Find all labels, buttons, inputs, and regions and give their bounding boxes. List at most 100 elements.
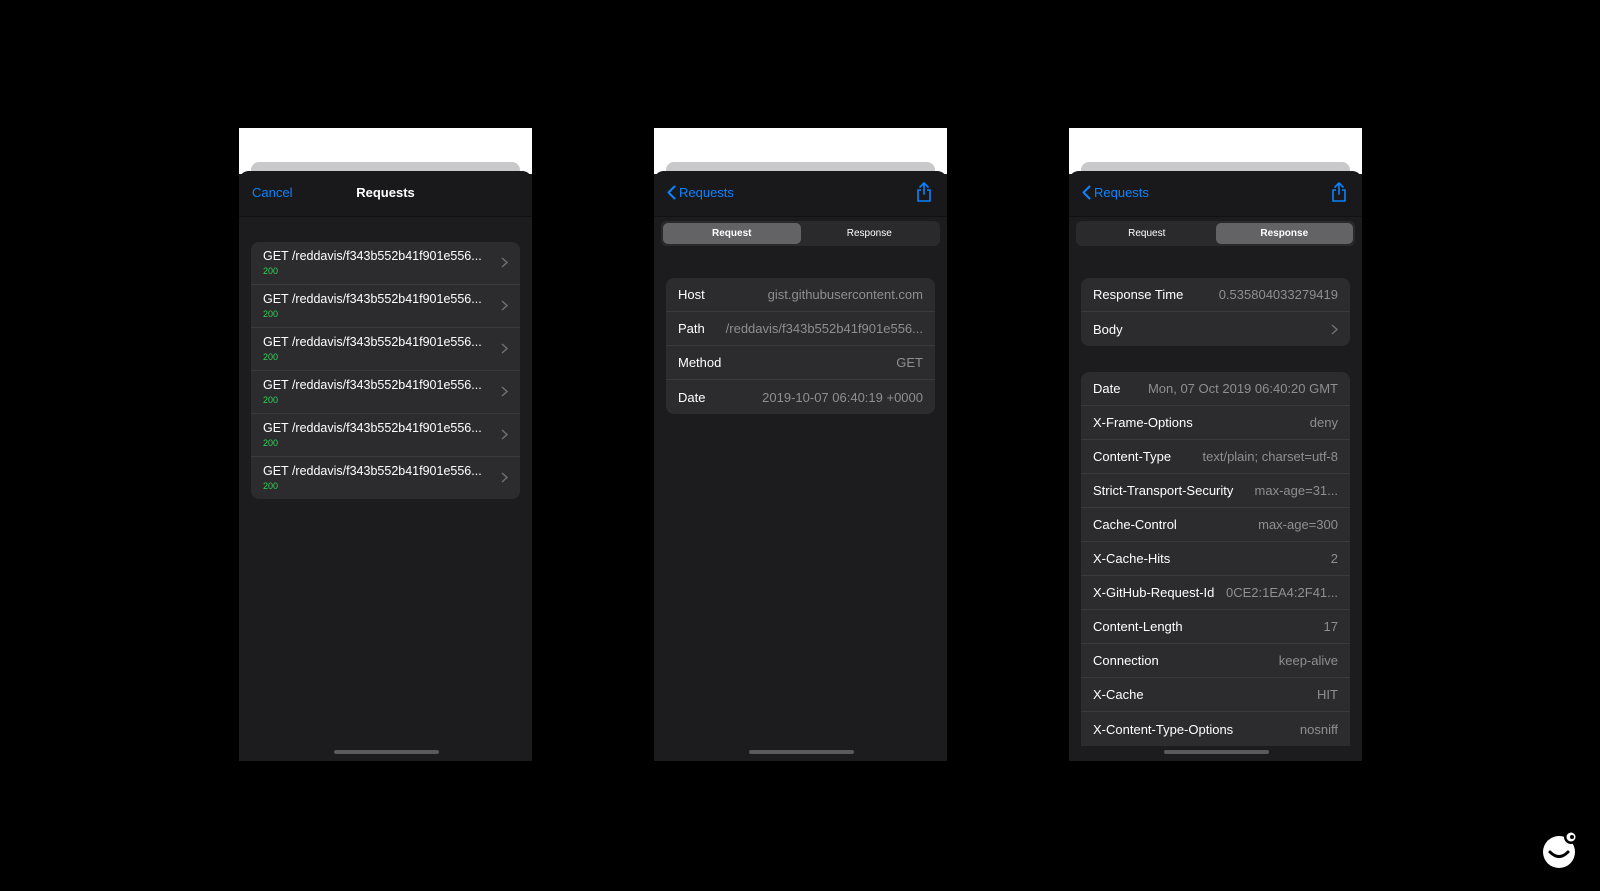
header-row: X-GitHub-Request-Id 0CE2:1EA4:2F41... bbox=[1081, 576, 1350, 610]
chevron-left-icon bbox=[1082, 185, 1091, 200]
share-icon[interactable] bbox=[1330, 182, 1348, 202]
field-value: gist.githubusercontent.com bbox=[767, 287, 923, 302]
status-code: 200 bbox=[263, 352, 279, 362]
back-button[interactable]: Requests bbox=[1082, 185, 1149, 200]
request-row[interactable]: GET /reddavis/f343b552b41f901e556... 200 bbox=[251, 285, 520, 328]
field-key: Host bbox=[678, 287, 705, 302]
header-key: X-Content-Type-Options bbox=[1093, 721, 1234, 737]
header-key: X-Frame-Options bbox=[1093, 415, 1193, 430]
chevron-right-icon bbox=[501, 386, 508, 397]
chevron-right-icon bbox=[501, 429, 508, 440]
status-code: 200 bbox=[263, 395, 279, 405]
status-code: 200 bbox=[263, 481, 279, 491]
field-key: Path bbox=[678, 321, 705, 336]
header-row: X-Frame-Options deny bbox=[1081, 406, 1350, 440]
header-key: X-GitHub-Request-Id bbox=[1093, 585, 1215, 600]
tab-request[interactable]: Request bbox=[663, 223, 801, 244]
tab-request[interactable]: Request bbox=[1078, 223, 1216, 244]
header-row: X-Cache-Hits 2 bbox=[1081, 542, 1350, 576]
header-row: Date Mon, 07 Oct 2019 06:40:20 GMT bbox=[1081, 372, 1350, 406]
header-value: HIT bbox=[1317, 687, 1338, 702]
screen-response-detail: Requests Request Response Response Time 0… bbox=[1069, 128, 1362, 761]
tab-response[interactable]: Response bbox=[1215, 223, 1353, 244]
segmented-control: Request Response bbox=[661, 221, 940, 246]
header-key: Connection bbox=[1093, 653, 1159, 668]
field-row: Response Time 0.535804033279419 bbox=[1081, 278, 1350, 312]
header-key: Strict-Transport-Security bbox=[1093, 483, 1234, 498]
share-icon[interactable] bbox=[915, 182, 933, 202]
back-label: Requests bbox=[1094, 185, 1149, 200]
header-key: X-Cache bbox=[1093, 687, 1144, 702]
chevron-right-icon bbox=[501, 300, 508, 311]
header-row: Cache-Control max-age=300 bbox=[1081, 508, 1350, 542]
header-value: 2 bbox=[1330, 551, 1338, 566]
home-indicator[interactable] bbox=[333, 750, 439, 754]
request-row[interactable]: GET /reddavis/f343b552b41f901e556... 200 bbox=[251, 242, 520, 285]
field-row: Path/reddavis/f343b552b41f901e556... bbox=[666, 312, 935, 346]
request-title: GET /reddavis/f343b552b41f901e556... bbox=[263, 292, 482, 306]
request-fields: Host gist.githubusercontent.com Path/redd… bbox=[666, 278, 935, 414]
navigation-bar: Requests bbox=[654, 171, 947, 217]
header-value: Mon, 07 Oct 2019 06:40:20 GMT bbox=[1147, 381, 1338, 396]
request-title: GET /reddavis/f343b552b41f901e556... bbox=[263, 421, 482, 435]
chevron-left-icon bbox=[667, 185, 676, 200]
header-key: Content-Type bbox=[1093, 449, 1172, 464]
request-title: GET /reddavis/f343b552b41f901e556... bbox=[263, 335, 482, 349]
field-key: Method bbox=[678, 355, 722, 370]
requests-list: GET /reddavis/f343b552b41f901e556... 200… bbox=[251, 242, 520, 499]
header-key: Cache-Control bbox=[1093, 517, 1177, 532]
back-label: Requests bbox=[679, 185, 734, 200]
page-title: Requests bbox=[356, 185, 415, 200]
body-row[interactable]: Body bbox=[1081, 312, 1350, 346]
header-row: X-Content-Type-Options nosniff bbox=[1081, 712, 1350, 746]
field-key: Body bbox=[1093, 321, 1123, 337]
header-value: 17 bbox=[1323, 619, 1338, 634]
field-key: Date bbox=[678, 389, 706, 405]
request-title: GET /reddavis/f343b552b41f901e556... bbox=[263, 249, 482, 263]
header-key: Date bbox=[1093, 381, 1121, 396]
header-row: Connection keep-alive bbox=[1081, 644, 1350, 678]
response-headers: Date Mon, 07 Oct 2019 06:40:20 GMT X-Fram… bbox=[1081, 372, 1350, 746]
response-summary: Response Time 0.535804033279419 Body bbox=[1081, 278, 1350, 346]
navigation-bar: Requests Cancel bbox=[239, 171, 532, 217]
field-row: Date 2019-10-07 06:40:19 +0000 bbox=[666, 380, 935, 414]
screen-request-detail: Requests Request Response Host gist.githu… bbox=[654, 128, 947, 761]
brand-logo-icon bbox=[1543, 830, 1578, 868]
cancel-label: Cancel bbox=[252, 185, 293, 200]
request-title: GET /reddavis/f343b552b41f901e556... bbox=[263, 378, 482, 392]
sheet bbox=[654, 171, 947, 761]
tab-response[interactable]: Response bbox=[801, 223, 939, 244]
request-row[interactable]: GET /reddavis/f343b552b41f901e556... 200 bbox=[251, 371, 520, 414]
chevron-right-icon bbox=[501, 257, 508, 268]
chevron-right-icon bbox=[501, 472, 508, 483]
header-value: text/plain; charset=utf-8 bbox=[1202, 449, 1339, 464]
header-row: Content-Length 17 bbox=[1081, 610, 1350, 644]
status-code: 200 bbox=[263, 266, 279, 276]
field-key: Response Time bbox=[1093, 287, 1184, 302]
request-row[interactable]: GET /reddavis/f343b552b41f901e556... 200 bbox=[251, 328, 520, 371]
chevron-right-icon bbox=[1331, 323, 1338, 335]
header-row: Strict-Transport-Security max-age=31... bbox=[1081, 474, 1350, 508]
navigation-bar: Requests bbox=[1069, 171, 1362, 217]
header-row: Content-Type text/plain; charset=utf-8 bbox=[1081, 440, 1350, 474]
field-value: 0.535804033279419 bbox=[1218, 287, 1338, 302]
header-value: deny bbox=[1309, 415, 1338, 430]
request-title: GET /reddavis/f343b552b41f901e556... bbox=[263, 464, 482, 478]
field-value: /reddavis/f343b552b41f901e556... bbox=[725, 321, 923, 336]
back-button[interactable]: Requests bbox=[667, 185, 734, 200]
cancel-button[interactable]: Cancel bbox=[252, 185, 292, 200]
header-key: Content-Length bbox=[1093, 619, 1183, 634]
screen-requests-list: Requests Cancel GET /reddavis/f343b552b4… bbox=[239, 128, 532, 761]
header-key: X-Cache-Hits bbox=[1093, 551, 1171, 566]
header-value: max-age=31... bbox=[1254, 483, 1338, 498]
home-indicator[interactable] bbox=[748, 750, 854, 754]
home-indicator[interactable] bbox=[1163, 750, 1269, 754]
field-row: Method GET bbox=[666, 346, 935, 380]
request-row[interactable]: GET /reddavis/f343b552b41f901e556... 200 bbox=[251, 414, 520, 457]
request-row[interactable]: GET /reddavis/f343b552b41f901e556... 200 bbox=[251, 457, 520, 499]
header-row: X-Cache HIT bbox=[1081, 678, 1350, 712]
chevron-right-icon bbox=[501, 343, 508, 354]
header-value: 0CE2:1EA4:2F41... bbox=[1225, 585, 1338, 600]
field-value: GET bbox=[896, 355, 923, 370]
header-value: nosniff bbox=[1299, 721, 1338, 737]
